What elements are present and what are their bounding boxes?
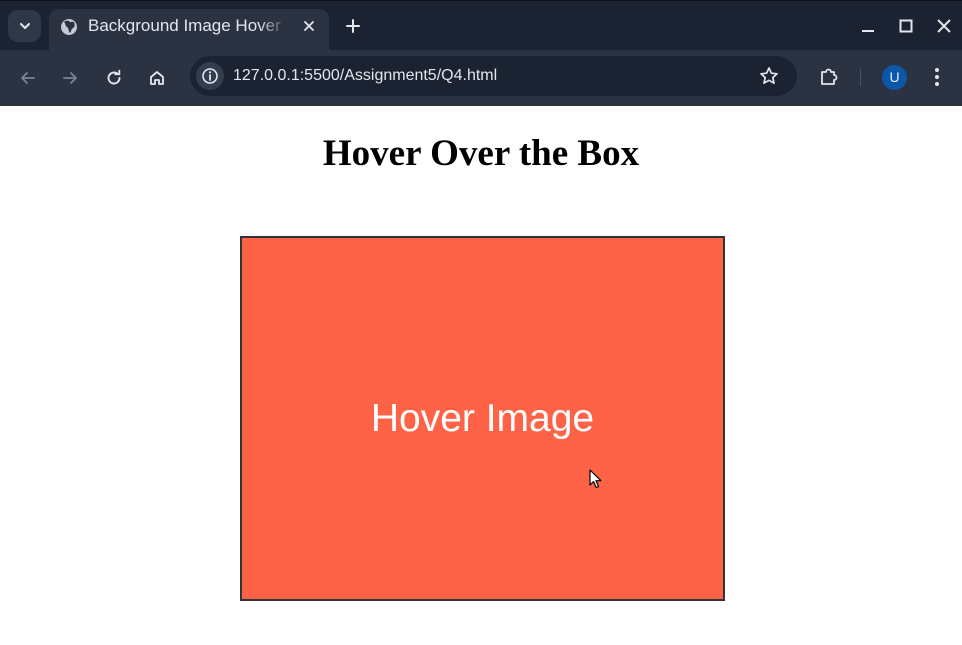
arrow-right-icon xyxy=(63,72,77,84)
browser-menu-button[interactable] xyxy=(926,64,948,90)
plus-icon xyxy=(346,19,360,33)
toolbar-divider xyxy=(860,68,861,86)
window-close-button[interactable] xyxy=(933,15,955,37)
hover-image-label: Hover Image xyxy=(370,397,595,440)
tab-search-button[interactable] xyxy=(8,10,41,42)
maximize-icon xyxy=(899,19,913,33)
globe-icon xyxy=(61,19,77,35)
url-text[interactable]: 127.0.0.1:5500/Assignment5/Q4.html xyxy=(233,65,497,87)
minimize-button[interactable] xyxy=(857,15,879,37)
back-button[interactable] xyxy=(14,64,42,92)
forward-button[interactable] xyxy=(56,64,84,92)
page-content: Hover Over the Box Hover Image xyxy=(0,106,962,645)
tab-close-button[interactable] xyxy=(299,16,319,36)
arrow-left-icon xyxy=(21,72,35,84)
star-icon xyxy=(760,67,778,85)
home-button[interactable] xyxy=(143,64,171,92)
address-bar[interactable]: 127.0.0.1:5500/Assignment5/Q4.html xyxy=(190,56,797,96)
minimize-icon xyxy=(862,30,874,32)
browser-window: Background Image Hover 127.0.0.1:5500/As… xyxy=(0,0,962,645)
chevron-down-icon xyxy=(19,23,30,29)
maximize-button[interactable] xyxy=(895,15,917,37)
close-icon xyxy=(937,19,951,33)
tab-title: Background Image Hover xyxy=(88,16,281,35)
extensions-button[interactable] xyxy=(816,64,842,90)
profile-avatar[interactable]: U xyxy=(882,65,907,90)
info-icon xyxy=(202,68,218,84)
site-info-button[interactable] xyxy=(196,62,224,90)
page-title: Hover Over the Box xyxy=(322,133,640,174)
tab-strip: Background Image Hover xyxy=(0,0,962,51)
home-icon xyxy=(150,71,164,85)
bookmark-button[interactable] xyxy=(757,64,781,88)
hover-box[interactable]: Hover Image xyxy=(240,236,725,601)
reload-button[interactable] xyxy=(100,64,128,92)
puzzle-icon xyxy=(821,68,838,85)
close-icon xyxy=(304,21,314,31)
new-tab-button[interactable] xyxy=(341,14,365,38)
tab-active[interactable]: Background Image Hover xyxy=(49,9,329,51)
kebab-menu-icon xyxy=(935,68,939,86)
reload-icon xyxy=(107,69,121,85)
